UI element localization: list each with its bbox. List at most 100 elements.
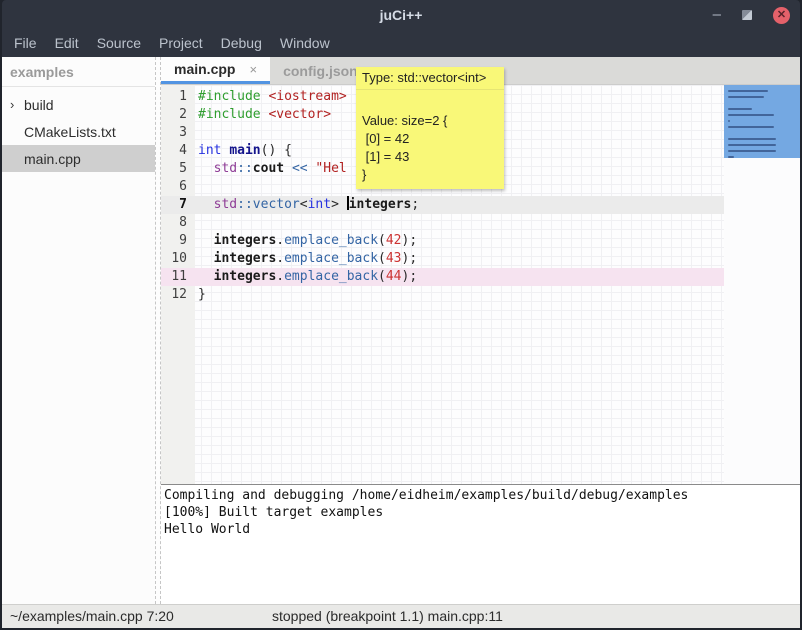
- status-debug-state: stopped (breakpoint 1.1) main.cpp:11: [272, 605, 503, 628]
- token-kw: int: [308, 197, 331, 212]
- token-pl: .: [276, 233, 284, 248]
- app-window: juCi++ – ✕ FileEditSourceProjectDebugWin…: [0, 0, 802, 630]
- menu-item-window[interactable]: Window: [271, 30, 339, 57]
- token-kw: int: [198, 143, 221, 158]
- editor-pane: main.cpp×config.json 1#include <iostream…: [161, 57, 800, 604]
- code-text: integers.emplace_back(42);: [195, 232, 724, 250]
- code-line[interactable]: 7 std::vector<int> integers;: [161, 196, 800, 214]
- token-inc: <vector>: [268, 107, 331, 122]
- tab-close-icon[interactable]: ×: [249, 62, 257, 77]
- token-pl: .: [276, 251, 284, 266]
- minimap-code-bar: [728, 150, 776, 152]
- tooltip-value-block: Value: size=2 { [0] = 42 [1] = 43}: [356, 90, 504, 189]
- project-name-header: examples: [2, 57, 155, 87]
- token-b: integers: [349, 197, 412, 212]
- token-pl: (: [378, 251, 386, 266]
- menu-item-edit[interactable]: Edit: [46, 30, 88, 57]
- code-line[interactable]: 8: [161, 214, 800, 232]
- build-output-panel[interactable]: Compiling and debugging /home/eidheim/ex…: [161, 485, 800, 604]
- line-number: 7: [161, 196, 195, 214]
- line-number: 1: [161, 88, 195, 106]
- token-fn: vector: [253, 197, 300, 212]
- token-num: 42: [386, 233, 402, 248]
- token-pl: [198, 197, 214, 212]
- code-line[interactable]: 10 integers.emplace_back(43);: [161, 250, 800, 268]
- line-number: 11: [161, 268, 195, 286]
- minimap-code-bar: [728, 120, 730, 122]
- code-line[interactable]: 12}: [161, 286, 800, 304]
- token-inc: <iostream>: [268, 89, 346, 104]
- minimap-code-bar: [728, 138, 776, 140]
- output-line: [100%] Built target examples: [164, 504, 800, 521]
- code-text: integers.emplace_back(43);: [195, 250, 724, 268]
- token-pl: [198, 233, 214, 248]
- token-ns: std: [214, 197, 237, 212]
- status-file-position: ~/examples/main.cpp 7:20: [10, 605, 174, 628]
- token-fn: emplace_back: [284, 233, 378, 248]
- title-bar: juCi++ – ✕: [2, 0, 800, 30]
- menu-item-project[interactable]: Project: [150, 30, 212, 57]
- file-tree: ›build CMakeLists.txt main.cpp: [2, 87, 155, 172]
- code-line[interactable]: 11 integers.emplace_back(44);: [161, 268, 800, 286]
- minimap-code-bar: [728, 108, 752, 110]
- code-line[interactable]: 9 integers.emplace_back(42);: [161, 232, 800, 250]
- token-pl: (: [378, 269, 386, 284]
- token-b: integers: [214, 233, 277, 248]
- line-number: 6: [161, 178, 195, 196]
- token-pl: .: [276, 269, 284, 284]
- restore-icon[interactable]: [742, 10, 752, 20]
- file-tree-sidebar: examples ›build CMakeLists.txt main.cpp: [2, 57, 155, 604]
- token-pl: () {: [261, 143, 292, 158]
- minimap-code-bar: [728, 156, 734, 158]
- minimize-icon[interactable]: –: [713, 10, 721, 20]
- output-line: Compiling and debugging /home/eidheim/ex…: [164, 487, 800, 504]
- token-pl: [284, 161, 292, 176]
- minimap-code-bar: [728, 96, 764, 98]
- minimap-code-bar: [728, 144, 776, 146]
- token-fn: ::: [237, 197, 253, 212]
- output-line: Hello World: [164, 521, 800, 538]
- token-b: integers: [214, 269, 277, 284]
- tree-item-label: CMakeLists.txt: [24, 124, 116, 140]
- tooltip-type-line: Type: std::vector<int>: [356, 67, 504, 90]
- token-ns: std: [214, 161, 237, 176]
- token-fn: emplace_back: [284, 251, 378, 266]
- menu-item-file[interactable]: File: [5, 30, 46, 57]
- token-b: cout: [253, 161, 284, 176]
- minimap-code-bar: [728, 90, 768, 92]
- token-pl: [198, 269, 214, 284]
- tab-label: main.cpp: [174, 61, 235, 77]
- token-fn: <<: [292, 161, 308, 176]
- line-number: 12: [161, 286, 195, 304]
- token-fn: ::: [237, 161, 253, 176]
- sidebar-item-main-cpp[interactable]: main.cpp: [2, 145, 155, 172]
- debug-value-tooltip: Type: std::vector<int> Value: size=2 { […: [356, 67, 504, 189]
- chevron-right-icon[interactable]: ›: [10, 97, 24, 112]
- token-pl: <: [300, 197, 308, 212]
- token-pl: [198, 161, 214, 176]
- code-text: [195, 214, 724, 232]
- sidebar-item-cmakelists-txt[interactable]: CMakeLists.txt: [2, 118, 155, 145]
- tab-main-cpp[interactable]: main.cpp ×: [161, 57, 270, 84]
- token-pl: [198, 251, 214, 266]
- minimap[interactable]: [724, 85, 800, 484]
- tree-item-label: build: [24, 97, 54, 113]
- menu-item-source[interactable]: Source: [88, 30, 150, 57]
- token-pl: );: [402, 251, 418, 266]
- tooltip-value-line: }: [362, 166, 498, 184]
- close-icon[interactable]: ✕: [773, 7, 790, 24]
- token-pl: }: [198, 287, 206, 302]
- menu-item-debug[interactable]: Debug: [212, 30, 271, 57]
- line-number: 8: [161, 214, 195, 232]
- token-pl: ;: [411, 197, 419, 212]
- token-pl: );: [402, 233, 418, 248]
- line-number: 5: [161, 160, 195, 178]
- tooltip-value-line: [0] = 42: [362, 130, 498, 148]
- sidebar-item-build[interactable]: ›build: [2, 91, 155, 118]
- code-text: std::vector<int> integers;: [195, 196, 724, 214]
- token-pl: );: [402, 269, 418, 284]
- line-number: 3: [161, 124, 195, 142]
- tooltip-value-line: [1] = 43: [362, 148, 498, 166]
- minimap-viewport[interactable]: [724, 85, 800, 158]
- code-text: integers.emplace_back(44);: [195, 268, 724, 286]
